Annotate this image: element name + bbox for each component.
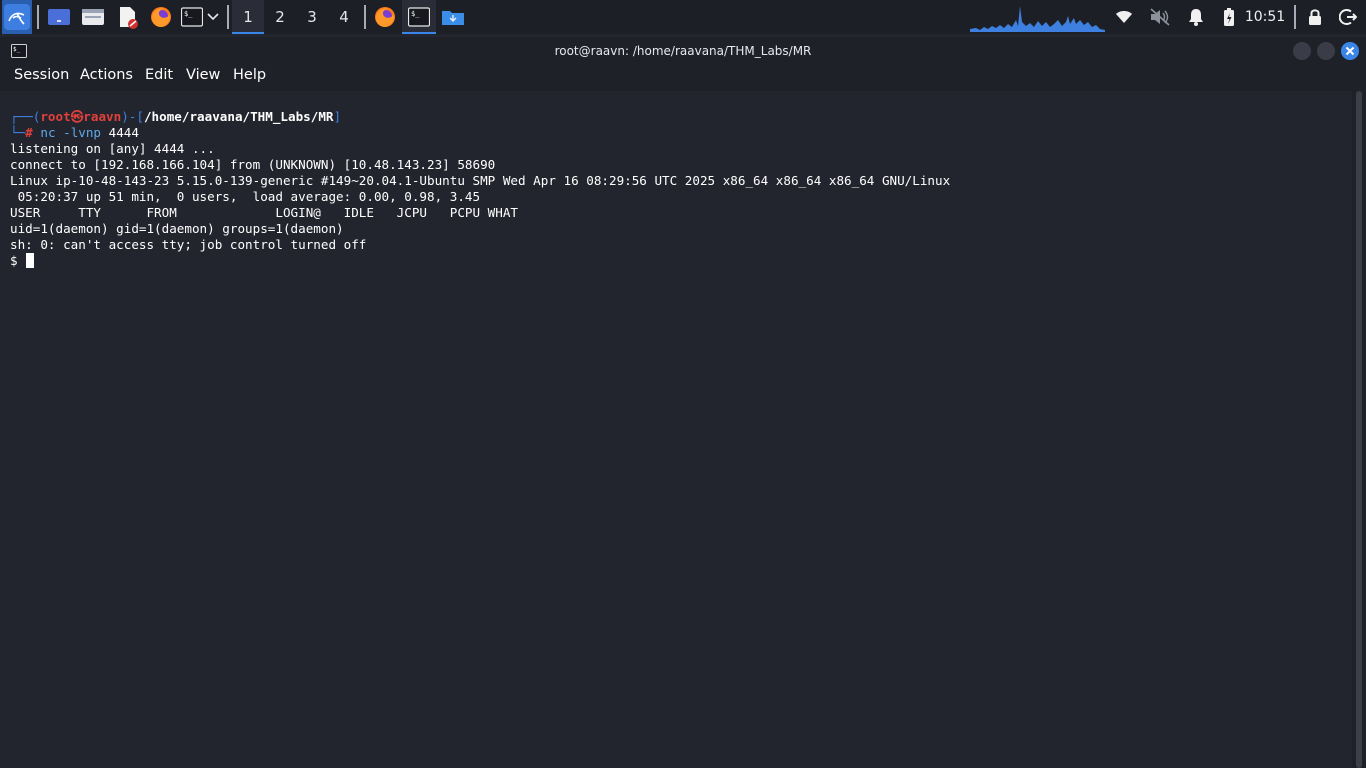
muted-speaker-icon[interactable] — [1148, 0, 1172, 34]
svg-text:$_: $_ — [411, 10, 420, 18]
firefox-icon[interactable] — [147, 0, 175, 34]
text-cursor — [25, 253, 34, 268]
command-text: nc -lvnp — [40, 125, 102, 140]
terminal-icon[interactable]: $_ — [180, 0, 204, 34]
menu-session[interactable]: Session — [14, 67, 69, 83]
workspace-4[interactable]: 4 — [328, 0, 360, 34]
taskbar-separator — [1294, 5, 1296, 29]
prompt-frame: ┌──( — [10, 109, 41, 124]
window-titlebar[interactable]: $_ root@raavn: /home/raavana/THM_Labs/MR — [0, 37, 1366, 65]
shell-prompt-line: $ — [10, 253, 34, 269]
network-activity-graph — [970, 0, 1105, 34]
scrollbar-thumb[interactable] — [1356, 91, 1362, 768]
maximize-button[interactable] — [1317, 42, 1335, 60]
prompt-host: raavn — [83, 109, 122, 124]
workspace-label: 2 — [275, 8, 285, 26]
battery-charging-icon[interactable] — [1218, 0, 1240, 34]
file-manager-icon[interactable] — [79, 0, 107, 34]
minimize-button[interactable] — [1293, 42, 1311, 60]
output-line: 05:20:37 up 51 min, 0 users, load averag… — [10, 189, 481, 204]
workspace-1[interactable]: 1 — [232, 0, 264, 34]
workspace-label: 1 — [243, 8, 253, 26]
text-editor-icon[interactable] — [113, 0, 141, 34]
command-line: └─# nc -lvnp 4444 — [10, 125, 139, 141]
network-icon[interactable] — [1112, 0, 1136, 34]
menu-bar: Session Actions Edit View Help — [0, 65, 1366, 91]
kali-menu-icon[interactable] — [2, 0, 32, 34]
svg-text:$_: $_ — [184, 10, 193, 18]
downloads-folder-icon[interactable] — [438, 0, 468, 34]
scrollbar[interactable] — [1352, 91, 1366, 768]
lock-icon[interactable] — [1304, 0, 1326, 34]
notification-bell-icon[interactable] — [1184, 0, 1208, 34]
output-line: Linux ip-10-48-143-23 5.15.0-139-generic… — [10, 173, 951, 188]
taskbar: $_ 1 2 3 4 $_ 10:51 — [0, 0, 1366, 34]
prompt-frame: ] — [333, 109, 342, 124]
command-arg: 4444 — [108, 125, 139, 140]
logout-icon[interactable] — [1336, 0, 1360, 34]
prompt-corner: └─ — [10, 125, 26, 140]
workspace-2[interactable]: 2 — [264, 0, 296, 34]
terminal-window: $_ root@raavn: /home/raavana/THM_Labs/MR… — [0, 37, 1366, 768]
menu-edit[interactable]: Edit — [145, 67, 173, 83]
shell-prompt: $ — [10, 253, 18, 268]
chevron-down-icon[interactable] — [205, 0, 221, 34]
close-icon — [1345, 46, 1355, 56]
clock[interactable]: 10:51 — [1240, 0, 1290, 34]
prompt-hash: # — [25, 125, 33, 140]
output-line: connect to [192.168.166.104] from (UNKNO… — [10, 157, 496, 172]
menu-view[interactable]: View — [186, 67, 220, 83]
prompt-at: ㉿ — [70, 109, 84, 124]
output-line: USER TTY FROM LOGIN@ IDLE JCPU PCPU WHAT — [10, 205, 518, 220]
menu-help[interactable]: Help — [233, 67, 266, 83]
show-desktop-icon[interactable] — [45, 0, 73, 34]
taskbar-separator — [227, 5, 229, 29]
output-line: listening on [any] 4444 ... — [10, 141, 215, 156]
workspace-label: 4 — [339, 8, 349, 26]
output-line: uid=1(daemon) gid=1(daemon) groups=1(dae… — [10, 221, 344, 236]
output-line: sh: 0: can't access tty; job control tur… — [10, 237, 367, 252]
workspace-3[interactable]: 3 — [296, 0, 328, 34]
taskbar-separator — [364, 5, 366, 29]
prompt-user: root — [40, 109, 71, 124]
prompt-line: ┌──(root㉿raavn)-[/home/raavana/THM_Labs/… — [10, 109, 341, 125]
firefox-task-icon[interactable] — [370, 0, 400, 34]
terminal-task-icon[interactable]: $_ — [402, 0, 436, 34]
menu-actions[interactable]: Actions — [80, 67, 133, 83]
prompt-path: /home/raavana/THM_Labs/MR — [143, 109, 334, 124]
close-button[interactable] — [1341, 42, 1359, 60]
workspace-label: 3 — [307, 8, 317, 26]
window-title: root@raavn: /home/raavana/THM_Labs/MR — [554, 44, 812, 58]
prompt-frame: )-[ — [121, 109, 144, 124]
terminal-output[interactable]: ┌──(root㉿raavn)-[/home/raavana/THM_Labs/… — [0, 91, 1352, 768]
taskbar-separator — [37, 5, 39, 29]
